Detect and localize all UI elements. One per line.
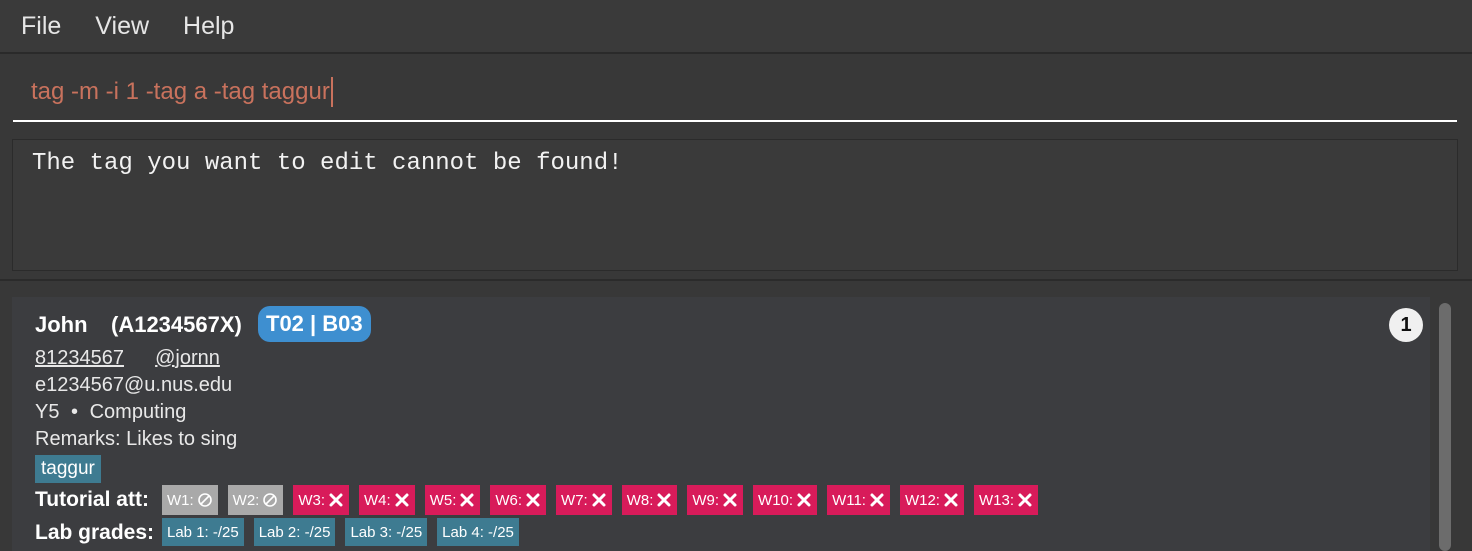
absent-x-icon xyxy=(797,493,811,507)
phone-link[interactable]: 81234567 xyxy=(35,347,124,369)
absent-x-icon xyxy=(526,493,540,507)
person-card[interactable]: John (A1234567X) T02 | B03 1 81234567 @j… xyxy=(12,297,1430,551)
lab-grades-chips: Lab 1: -/25 Lab 2: -/25 Lab 3: -/25 Lab 4: … xyxy=(162,518,529,546)
attendance-chip: W5: xyxy=(424,485,481,515)
absent-x-icon xyxy=(395,493,409,507)
lab-grade-chip: Lab 1: -/25 xyxy=(162,518,244,546)
tag-badge: taggur xyxy=(35,455,101,483)
attendance-week-label: W13: xyxy=(978,491,1014,509)
attendance-week-label: W5: xyxy=(429,491,457,509)
attendance-chip: W9: xyxy=(687,485,744,515)
attendance-chip: W8: xyxy=(621,485,678,515)
contact-row: 81234567 @jornn xyxy=(35,347,220,370)
lab-grades-label: Lab grades: xyxy=(35,521,155,544)
attendance-week-label: W8: xyxy=(626,491,654,509)
attendance-week-label: W3: xyxy=(298,491,326,509)
attendance-chip: W1: xyxy=(162,485,218,515)
result-message: The tag you want to edit cannot be found… xyxy=(32,150,623,177)
person-name: John xyxy=(35,312,88,337)
absent-x-icon xyxy=(944,493,958,507)
menu-file[interactable]: File xyxy=(21,12,61,41)
attendance-week-label: W12: xyxy=(904,491,940,509)
absent-x-icon xyxy=(460,493,474,507)
year-major-row: Y5 • Computing xyxy=(35,401,186,424)
attendance-chip: W11: xyxy=(827,485,890,515)
attendance-chip: W4: xyxy=(359,485,415,515)
menu-view[interactable]: View xyxy=(95,12,149,41)
student-id: (A1234567X) xyxy=(111,312,242,337)
not-applicable-icon xyxy=(197,493,212,507)
remarks-text: Remarks: Likes to sing xyxy=(35,428,238,450)
attendance-chip: W12: xyxy=(899,485,964,515)
attendance-chip: W6: xyxy=(490,485,547,515)
result-display: The tag you want to edit cannot be found… xyxy=(12,139,1458,271)
menu-help[interactable]: Help xyxy=(183,12,234,41)
telegram-link[interactable]: @jornn xyxy=(155,347,220,369)
tutorial-att-chips: W1: W2: W3: W4: W5: W6: W7: W8: W9: W10: W11: W12: W… xyxy=(162,485,1048,515)
year-text: Y5 xyxy=(35,401,60,423)
tutorial-att-label: Tutorial att: xyxy=(35,488,149,511)
lab-grade-chip: Lab 2: -/25 xyxy=(253,518,336,546)
absent-x-icon xyxy=(592,493,606,507)
attendance-week-label: W7: xyxy=(561,491,588,509)
absent-x-icon xyxy=(1018,493,1032,507)
dot-separator: • xyxy=(71,401,79,423)
attendance-week-label: W4: xyxy=(364,491,391,509)
not-applicable-icon xyxy=(263,493,278,507)
absent-x-icon xyxy=(870,493,884,507)
attendance-chip: W2: xyxy=(227,485,284,515)
attendance-chip: W13: xyxy=(973,485,1038,515)
absent-x-icon xyxy=(329,493,343,507)
attendance-week-label: W9: xyxy=(692,491,720,509)
attendance-chip: W3: xyxy=(293,485,350,515)
attendance-week-label: W6: xyxy=(495,491,523,509)
attendance-week-label: W10: xyxy=(758,491,794,509)
lab-grade-chip: Lab 3: -/25 xyxy=(345,518,428,546)
class-tag: T02 | B03 xyxy=(258,306,371,342)
lab-grade-chip: Lab 4: -/25 xyxy=(437,518,519,546)
major-text: Computing xyxy=(89,401,187,423)
attendance-week-label: W2: xyxy=(232,491,260,509)
absent-x-icon xyxy=(723,493,737,507)
absent-x-icon xyxy=(657,493,671,507)
scrollbar-thumb[interactable] xyxy=(1439,303,1451,551)
attendance-week-label: W11: xyxy=(832,491,866,509)
index-badge: 1 xyxy=(1389,308,1423,342)
attendance-week-label: W1: xyxy=(167,491,194,509)
attendance-chip: W7: xyxy=(556,485,612,515)
command-input-text[interactable]: tag -m -i 1 -tag a -tag taggur xyxy=(31,77,333,107)
divider xyxy=(0,279,1472,281)
attendance-chip: W10: xyxy=(753,485,818,515)
scrollbar[interactable] xyxy=(1437,303,1453,551)
email-text: e1234567@u.nus.edu xyxy=(35,374,233,396)
command-input[interactable]: tag -m -i 1 -tag a -tag taggur xyxy=(13,62,1457,122)
menu-bar: File View Help xyxy=(0,0,1472,54)
